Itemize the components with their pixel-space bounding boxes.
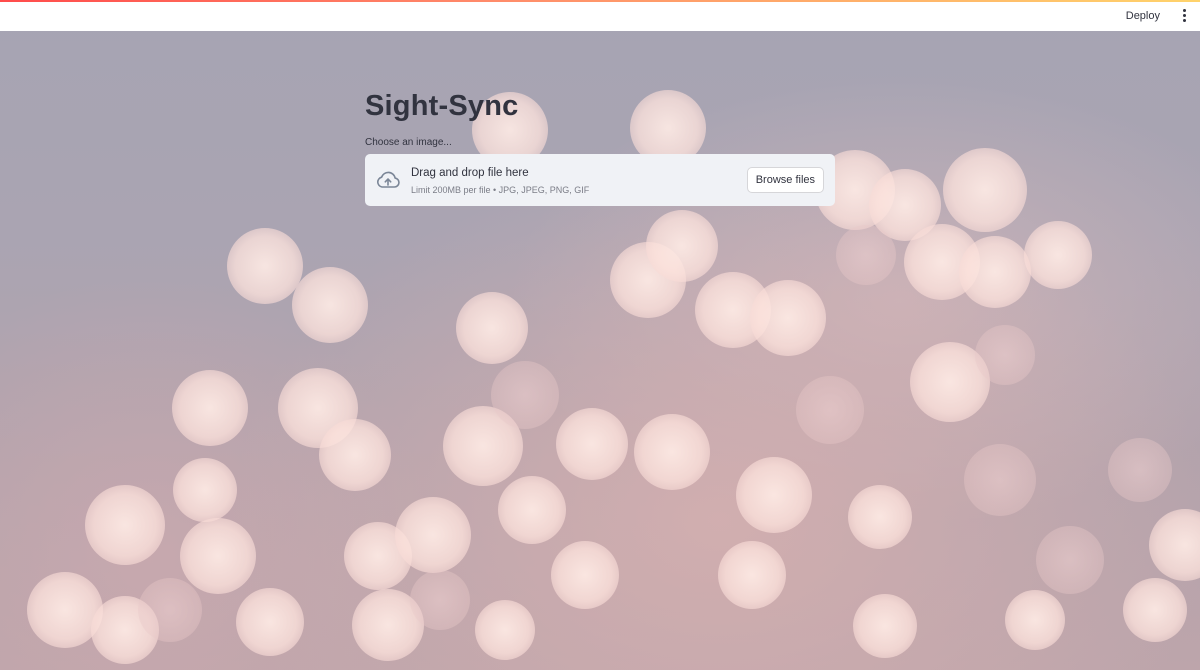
bokeh-light (491, 361, 559, 429)
browse-files-button[interactable]: Browse files (746, 167, 824, 193)
bokeh-light (1036, 526, 1104, 594)
bokeh-light (85, 485, 165, 565)
bokeh-light (1005, 590, 1065, 650)
bokeh-light (173, 458, 237, 522)
bokeh-light (556, 408, 628, 480)
bokeh-light (551, 541, 619, 609)
bokeh-light (180, 518, 256, 594)
bokeh-light (634, 414, 710, 490)
bokeh-light (172, 370, 248, 446)
bokeh-light (395, 497, 471, 573)
more-vertical-icon[interactable] (1178, 8, 1190, 24)
deploy-button[interactable]: Deploy (1122, 7, 1164, 25)
bokeh-light (475, 600, 535, 660)
bokeh-light (853, 594, 917, 658)
bokeh-light (292, 267, 368, 343)
main-content: Sight-Sync Choose an image... Drag and d… (365, 82, 835, 206)
bokeh-light (498, 476, 566, 544)
bokeh-light (1024, 221, 1092, 289)
page-title: Sight-Sync (365, 90, 519, 122)
bokeh-light (848, 485, 912, 549)
app-header: Deploy (0, 0, 1200, 31)
bokeh-light (718, 541, 786, 609)
bokeh-light (750, 280, 826, 356)
bokeh-light (138, 578, 202, 642)
dropzone-text: Drag and drop file here Limit 200MB per … (411, 165, 589, 196)
file-dropzone[interactable]: Drag and drop file here Limit 200MB per … (365, 154, 835, 206)
bokeh-light (456, 292, 528, 364)
bokeh-light (836, 225, 896, 285)
cloud-upload-icon (376, 171, 400, 188)
bokeh-light (964, 444, 1036, 516)
uploader-label: Choose an image... (365, 137, 452, 148)
bokeh-light (646, 210, 718, 282)
bokeh-light (236, 588, 304, 656)
bokeh-light (227, 228, 303, 304)
dropzone-title: Drag and drop file here (411, 167, 529, 179)
header-accent-bar (0, 0, 1200, 2)
bokeh-light (959, 236, 1031, 308)
dropzone-limit: Limit 200MB per file • JPG, JPEG, PNG, G… (411, 185, 590, 195)
bokeh-light (943, 148, 1027, 232)
bokeh-light (410, 570, 470, 630)
bokeh-light (319, 419, 391, 491)
bokeh-light (975, 325, 1035, 385)
bokeh-light (796, 376, 864, 444)
bokeh-light (1149, 509, 1200, 581)
bokeh-light (1108, 438, 1172, 502)
bokeh-light (1123, 578, 1187, 642)
bokeh-light (736, 457, 812, 533)
